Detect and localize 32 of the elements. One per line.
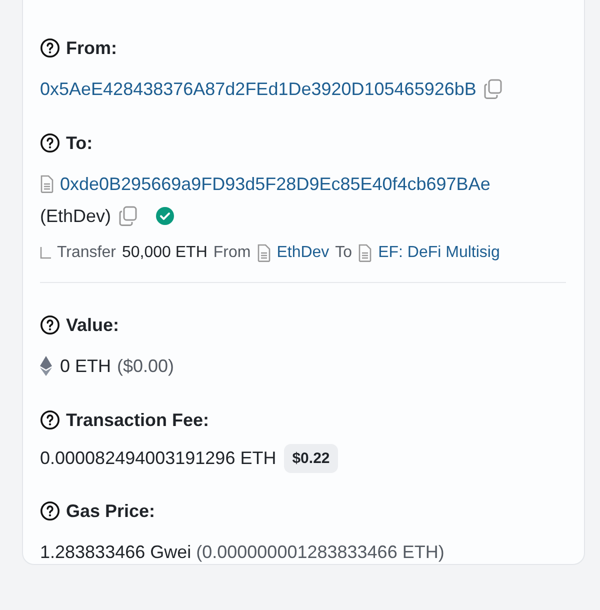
document-icon [256,244,271,262]
ethereum-icon [40,356,52,376]
document-icon [358,244,372,262]
gas-price-gwei: 1.283833466 Gwei [40,542,192,562]
value-usd: ($0.00) [117,356,174,376]
address-link[interactable]: 0xde0B295669a9FD93d5F28D9Ec85E40f4cb697BAe [60,174,490,194]
sender-link[interactable]: EthDev [276,244,330,262]
help-icon [40,133,60,153]
value-amount: 0 ETH [60,356,112,376]
field-label: From: [66,38,117,58]
help-icon [40,315,60,335]
transfer-label: Transfer [57,244,116,262]
help-icon [40,38,60,58]
gas-price-eth: (0.000000001283833466 ETH) [196,542,444,562]
recipient-link[interactable]: EF: DeFi Multisig [378,244,500,262]
contract-name: (EthDev) [40,206,112,226]
field-label: Transaction Fee: [66,410,210,430]
corner-icon [40,247,51,259]
copy-icon[interactable] [119,206,138,226]
to-label: To [335,244,352,262]
field-label: To: [66,132,93,154]
help-icon [40,410,60,430]
copy-icon[interactable] [484,79,502,99]
help-icon [40,501,60,521]
document-icon [40,175,54,193]
from-label: From [213,244,251,262]
fee-usd-badge: $0.22 [284,444,338,473]
field-label: Gas Price: [66,500,156,522]
address-link[interactable]: 0x5AeE428438376A87d2FEd1De3920D105465926bB [40,78,476,100]
transfer-amount: 50,000 ETH [122,244,208,262]
fee-amount: 0.000082494003191296 ETH [40,448,276,469]
field-label: Value: [66,314,120,336]
